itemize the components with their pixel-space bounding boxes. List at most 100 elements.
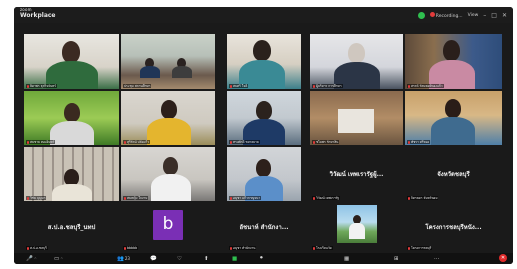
video-tile[interactable]: สุรีรัตน์ ปลั่งแก้ว [121, 91, 215, 145]
participants-button[interactable]: 👥 23 [117, 254, 130, 263]
mic-muted-icon [313, 196, 315, 200]
video-tile-no-camera[interactable]: จังหวัดชลบุรี จิตรลดา จันทร์หอม [405, 147, 502, 201]
video-tile[interactable]: ชไมพร รักษาสิน [310, 91, 403, 145]
document-shape [338, 109, 374, 133]
mic-muted-icon [27, 196, 29, 200]
participant-name: โครงการชลบุรี [407, 246, 433, 250]
participant-name: สมชาย ทองอินทร์ [26, 140, 56, 144]
participant-name: ธิดาพร ธุรกิจจันทร์ [26, 84, 57, 88]
participant-name: สรรค์ รัตนพงษ์ทองแก้ว [407, 84, 444, 88]
participant-name: ทรงศักดิ์ ชยาธยาย [229, 140, 260, 144]
gallery-view-button[interactable]: ▦ [344, 254, 349, 263]
mic-muted-icon [230, 140, 232, 144]
participant-display-name: วิวัฒน์ เทพเรารัฐผู้... [329, 171, 384, 178]
brand-name: Workplace [20, 12, 56, 19]
chevron-up-icon[interactable]: ^ [60, 257, 63, 261]
participant-name: อนุชา แก้วกาญจนา [229, 196, 262, 200]
security-shield-icon[interactable] [417, 11, 425, 19]
participant-name: โรงเรียนวัด [312, 246, 333, 250]
camera-icon: ▭ [54, 255, 60, 262]
share-button-active[interactable]: ■ [232, 254, 237, 263]
minimize-icon[interactable]: – [483, 12, 486, 19]
mic-muted-icon [124, 196, 126, 200]
microphone-icon: 🎤 [26, 255, 33, 262]
mic-muted-icon [408, 140, 410, 144]
video-tile[interactable]: อนุชา แก้วกาญจนา [227, 147, 301, 201]
participant-name: ผู้บริหาร การศึกษา [312, 84, 343, 88]
participant-name: สมหญิง ใจงาม [123, 196, 149, 200]
participant-name: อนุชา สำนักงาน [229, 246, 257, 250]
participant-name: bbbbb [123, 246, 139, 250]
maximize-icon[interactable]: □ [491, 12, 497, 19]
mic-muted-icon [408, 84, 410, 88]
audio-button[interactable]: 🎤 ^ [26, 254, 37, 263]
meeting-toolbar: 🎤 ^ ▭ ^ 👥 23 💬 ♡ ⬆ ■ ⏺ ▦ ⊞ ⋯ ✕ [14, 253, 513, 264]
more-icon: ⋯ [434, 255, 440, 262]
participant-name: ส.ป.อ.ชลบุรี [26, 246, 48, 250]
record-button[interactable]: ⏺ [260, 254, 263, 263]
mic-muted-icon [27, 84, 29, 88]
video-tile-no-camera[interactable]: วิวัฒน์ เทพเรารัฐผู้... วิวัฒน์ เทพเรารั… [310, 147, 403, 201]
participant-display-name: อัชนาห์ สำนักงา... [239, 224, 289, 231]
video-tile-active-speaker[interactable]: ประชุม สถานศึกษา [121, 34, 215, 89]
participant-display-name: โครงการชลบุรีหนัง... [425, 224, 482, 231]
participant-name: วิชัย บุญมา [26, 196, 47, 200]
video-tile-no-camera[interactable]: ส.ป.อ.ชลบุรี_นทป ส.ป.อ.ชลบุรี [24, 203, 119, 251]
video-tile[interactable]: พัชรา ศรีทอง [405, 91, 502, 145]
view-button[interactable]: View [468, 13, 479, 18]
participant-name: ประชุม สถานศึกษา [123, 84, 152, 88]
recording-label: Recording... [435, 13, 463, 19]
profile-photo [336, 205, 377, 243]
close-icon[interactable]: ✕ [502, 12, 507, 19]
participant-display-name: ส.ป.อ.ชลบุรี_นทป [47, 224, 96, 231]
apps-button[interactable]: ⊞ [394, 254, 399, 263]
video-tile[interactable]: สมชาย ทองอินทร์ [24, 91, 119, 145]
mic-muted-icon [408, 246, 410, 250]
video-tile-no-camera[interactable]: โครงการชลบุรีหนัง... โครงการชลบุรี [405, 203, 502, 251]
video-tile[interactable]: วิชัย บุญมา [24, 147, 119, 201]
mic-muted-icon [27, 246, 29, 250]
title-bar: zoom Workplace Recording... View – □ ✕ [14, 7, 513, 23]
record-dot-icon [429, 11, 435, 17]
end-meeting-button[interactable]: ✕ [499, 254, 507, 262]
more-button[interactable]: ⋯ [434, 254, 440, 263]
mic-muted-icon [313, 84, 315, 88]
mic-muted-icon [230, 246, 232, 250]
video-tile[interactable]: สมหญิง ใจงาม [121, 147, 215, 201]
heart-icon: ♡ [177, 255, 182, 262]
meeting-window: zoom Workplace Recording... View – □ ✕ ธ… [14, 7, 513, 264]
apps-grid-icon: ⊞ [394, 255, 399, 262]
participant-name: สุรีรัตน์ ปลั่งแก้ว [123, 140, 150, 144]
participant-name: จิตรลดา จันทร์หอม [407, 196, 439, 200]
mic-muted-icon [313, 140, 315, 144]
video-tile[interactable]: สรรค์ รัตนพงษ์ทองแก้ว [405, 34, 502, 89]
participant-display-name: จังหวัดชลบุรี [437, 171, 470, 178]
mic-muted-icon [408, 196, 410, 200]
mic-muted-icon [124, 246, 126, 250]
mic-muted-icon [230, 84, 232, 88]
chat-icon: 💬 [150, 255, 157, 262]
react-button[interactable]: ♡ [177, 254, 182, 263]
participant-name: วิวัฒน์ เทพเรารัฐ [312, 196, 341, 200]
video-tile[interactable]: ผู้บริหาร การศึกษา [310, 34, 403, 89]
participant-name: ชไมพร รักษาสิน [312, 140, 340, 144]
video-tile[interactable]: ทรงศักดิ์ ชยาธยาย [227, 91, 301, 145]
avatar: b [153, 210, 183, 240]
share-icon: ⬆ [204, 255, 209, 262]
video-button[interactable]: ▭ ^ [54, 254, 63, 263]
video-tile[interactable]: ธิดาพร ธุรกิจจันทร์ [24, 34, 119, 89]
recording-indicator[interactable]: Recording... [429, 11, 463, 19]
chat-button[interactable]: 💬 [150, 254, 157, 263]
green-share-icon: ■ [232, 255, 238, 262]
video-tile[interactable]: สมศรี ใจดี [227, 34, 301, 89]
video-tile-no-camera[interactable]: อัชนาห์ สำนักงา... อนุชา สำนักงาน [227, 203, 301, 251]
participants-icon: 👥 [117, 255, 124, 262]
video-tile-photo[interactable]: โรงเรียนวัด [310, 203, 403, 251]
app-brand: zoom Workplace [20, 8, 56, 19]
video-tile-avatar[interactable]: b bbbbb [121, 203, 215, 251]
share-screen-button[interactable]: ⬆ [204, 254, 209, 263]
record-icon: ⏺ [260, 255, 263, 261]
chevron-up-icon[interactable]: ^ [34, 257, 37, 261]
mic-muted-icon [313, 246, 315, 250]
grid-icon: ▦ [344, 255, 350, 262]
